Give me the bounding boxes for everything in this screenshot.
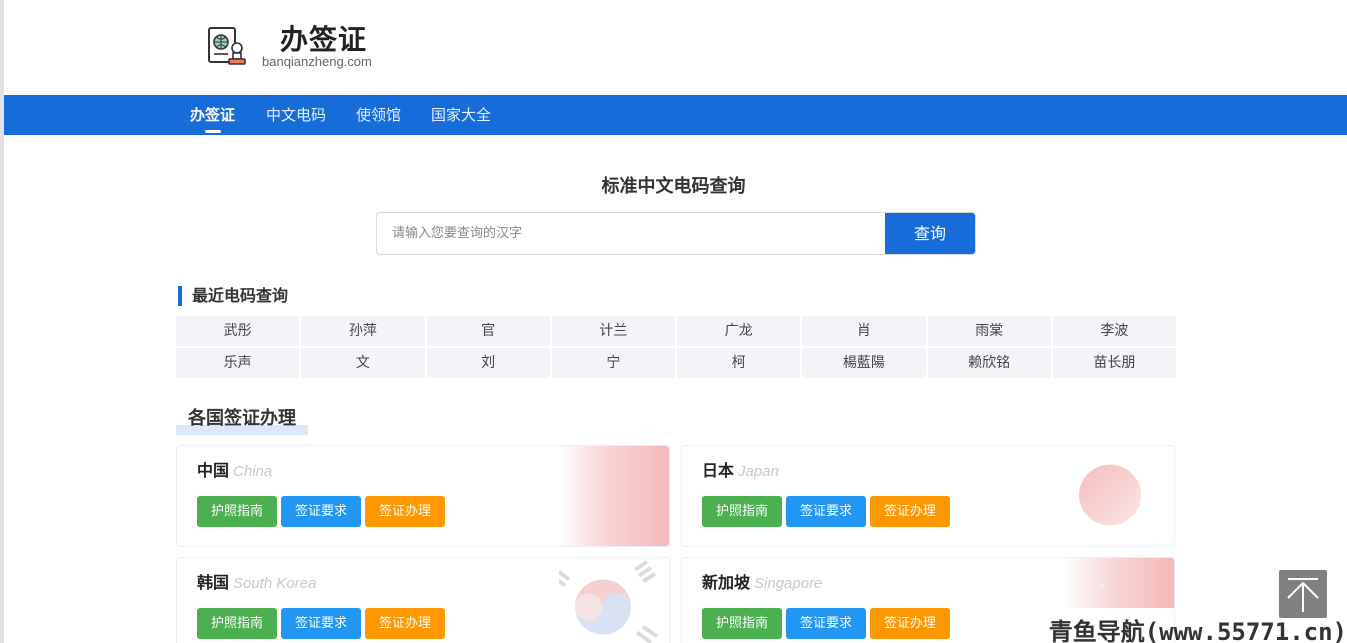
passport-guide-button[interactable]: 护照指南 (197, 608, 277, 639)
watermark-text: 青鱼导航(www.55771.cn) (1048, 618, 1347, 643)
card-actions: 护照指南 签证要求 签证办理 (197, 496, 445, 527)
recent-query-item[interactable]: 赖欣铭 (927, 348, 1051, 378)
recent-query-item[interactable]: 乐声 (176, 348, 300, 378)
visa-apply-button[interactable]: 签证办理 (365, 608, 445, 639)
brand-domain: banqianzheng.com (262, 54, 372, 69)
visa-apply-button[interactable]: 签证办理 (870, 608, 950, 639)
svg-text:★: ★ (1088, 573, 1095, 582)
search-title: 标准中文电码查询 (601, 176, 746, 197)
visa-requirements-button[interactable]: 签证要求 (281, 496, 361, 527)
korea-flag-decoration (559, 560, 659, 643)
svg-text:★: ★ (595, 494, 603, 504)
visa-requirements-button[interactable]: 签证要求 (281, 608, 361, 639)
country-card-japan[interactable]: 日本 Japan 护照指南 签证要求 签证办理 (681, 445, 1175, 547)
country-name-japan: 日本 Japan (702, 461, 779, 480)
recent-queries-title: 最近电码查询 (178, 286, 288, 306)
recent-query-item[interactable]: 文 (301, 348, 425, 378)
recent-query-item[interactable]: 柯 (677, 348, 801, 378)
country-en-singapore: Singapore (754, 575, 823, 592)
passport-guide-button[interactable]: 护照指南 (197, 496, 277, 527)
recent-query-item[interactable]: 计兰 (551, 316, 675, 346)
recent-query-item[interactable]: 宁 (551, 348, 675, 378)
recent-query-item[interactable]: 雨棠 (927, 316, 1051, 346)
nav-item-telegraph-code[interactable]: 中文电码 (266, 95, 326, 135)
visa-requirements-button[interactable]: 签证要求 (786, 608, 866, 639)
card-actions: 护照指南 签证要求 签证办理 (197, 608, 445, 639)
recent-query-item[interactable]: 刘 (426, 348, 550, 378)
visa-apply-button[interactable]: 签证办理 (365, 496, 445, 527)
country-name-singapore: 新加坡 Singapore (702, 573, 823, 592)
nav-item-countries[interactable]: 国家大全 (431, 95, 491, 135)
country-en-china: China (233, 463, 273, 480)
nav-item-visa[interactable]: 办签证 (190, 95, 235, 135)
passport-guide-button[interactable]: 护照指南 (702, 496, 782, 527)
site-logo[interactable]: 办签证 banqianzheng.com (204, 24, 372, 70)
recent-query-item[interactable]: 楊藍陽 (802, 348, 926, 378)
japan-flag-decoration (1079, 464, 1141, 526)
svg-text:★: ★ (601, 478, 609, 488)
visa-apply-button[interactable]: 签证办理 (870, 496, 950, 527)
country-card-south-korea[interactable]: 韩国 South Korea 护照指南 签证要求 签证办理 (176, 557, 670, 643)
passport-stamp-icon (208, 27, 246, 65)
visa-section-title-text: 各国签证办理 (188, 408, 296, 429)
search-box: 查询 (376, 212, 976, 255)
nav-item-embassy[interactable]: 使领馆 (356, 95, 401, 135)
china-flag-decoration: ★ ★ ★ (559, 446, 669, 546)
country-en-south-korea: South Korea (233, 575, 317, 592)
arrow-up-icon (1287, 578, 1319, 612)
country-name-south-korea: 韩国 South Korea (197, 573, 317, 592)
country-card-china[interactable]: ★ ★ ★ 中国 China 护照指南 签证要求 签证办理 (176, 445, 670, 547)
card-actions: 护照指南 签证要求 签证办理 (702, 608, 950, 639)
recent-query-item[interactable]: 武彤 (176, 316, 300, 346)
svg-text:★: ★ (1098, 580, 1105, 589)
site-header: 办签证 banqianzheng.com (4, 0, 1347, 95)
search-button[interactable]: 查询 (885, 213, 975, 254)
card-actions: 护照指南 签证要求 签证办理 (702, 496, 950, 527)
recent-query-item[interactable]: 肖 (802, 316, 926, 346)
passport-guide-button[interactable]: 护照指南 (702, 608, 782, 639)
country-name-china: 中国 China (197, 461, 273, 480)
brand-title: 办签证 (280, 23, 368, 56)
main-nav: 办签证 中文电码 使领馆 国家大全 (4, 95, 1347, 135)
recent-queries-grid: 武彤 孙萍 官 计兰 广龙 肖 雨棠 李波 乐声 文 刘 宁 柯 楊藍陽 赖欣铭… (176, 316, 1176, 378)
recent-query-item[interactable]: 李波 (1052, 316, 1176, 346)
recent-query-item[interactable]: 官 (426, 316, 550, 346)
back-to-top-button[interactable] (1279, 570, 1327, 618)
visa-section-title: 各国签证办理 (176, 407, 308, 435)
recent-query-item[interactable]: 苗长朋 (1052, 348, 1176, 378)
search-input[interactable] (377, 213, 885, 254)
recent-query-item[interactable]: 广龙 (677, 316, 801, 346)
visa-requirements-button[interactable]: 签证要求 (786, 496, 866, 527)
recent-query-item[interactable]: 孙萍 (301, 316, 425, 346)
country-en-japan: Japan (738, 463, 779, 480)
svg-text:★: ★ (585, 456, 598, 472)
